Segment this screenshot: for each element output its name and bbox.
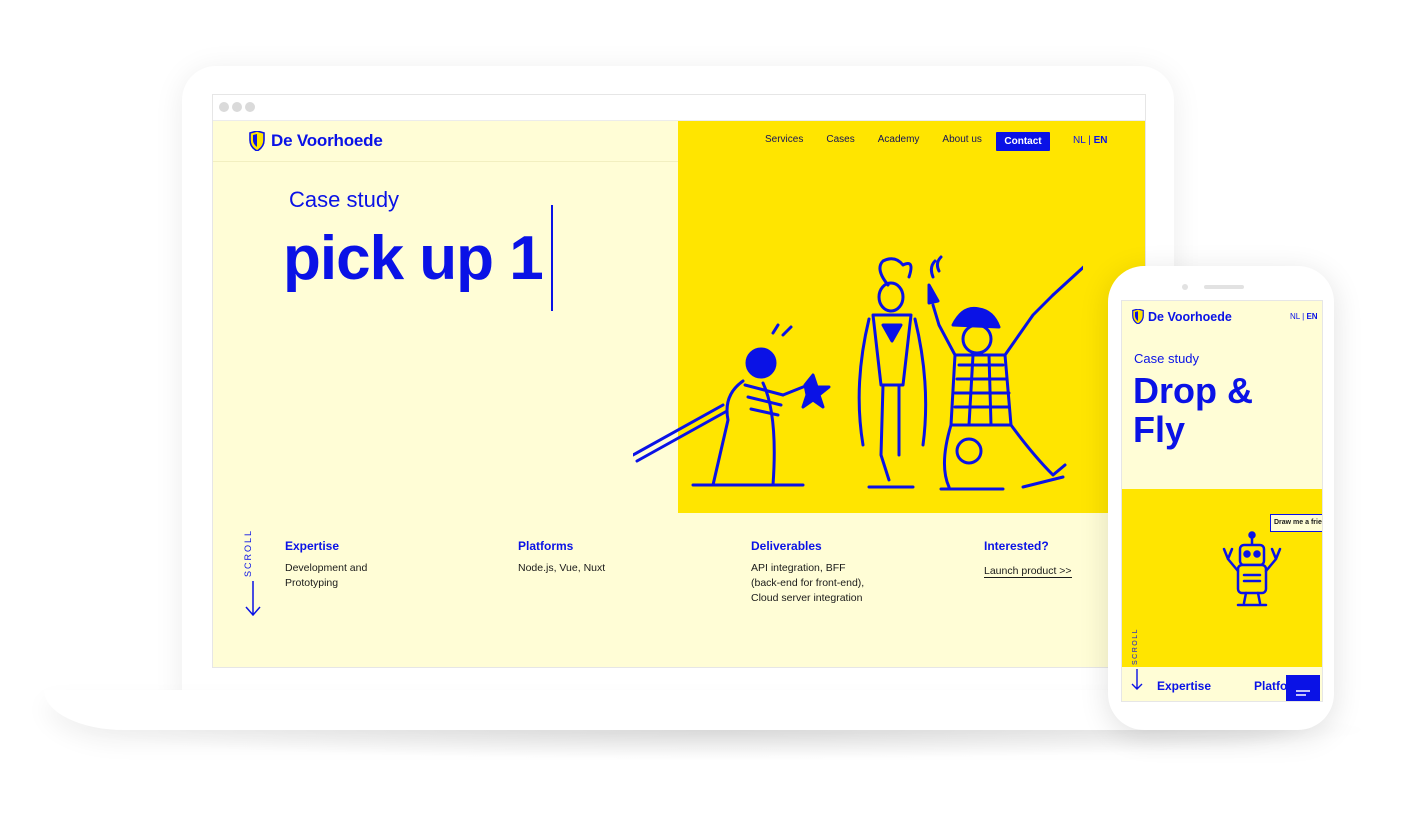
scroll-label: SCROLL (243, 529, 253, 578)
mobile-case-study-label: Case study (1134, 351, 1200, 366)
lang-separator: | (1085, 135, 1094, 146)
expertise-text: Development and Prototyping (285, 562, 368, 589)
mobile-lang-en[interactable]: EN (1306, 312, 1317, 321)
info-expertise: Expertise Development and Prototyping (285, 539, 435, 591)
platforms-heading: Platforms (518, 539, 574, 553)
mobile-logo-text: De Voorhoede (1148, 309, 1232, 324)
window-dot-maximize[interactable] (245, 102, 255, 112)
nav-item-cases[interactable]: Cases (826, 134, 854, 145)
mobile-site-logo[interactable]: De Voorhoede (1132, 309, 1232, 324)
nav-item-academy[interactable]: Academy (878, 134, 920, 145)
case-study-label: Case study (289, 187, 400, 212)
phone-camera (1182, 284, 1188, 290)
language-switcher: NL | EN (1073, 135, 1107, 146)
text-caret (551, 205, 553, 311)
lang-en[interactable]: EN (1094, 135, 1108, 146)
mobile-lang-nl[interactable]: NL (1290, 312, 1300, 321)
site-logo[interactable]: De Voorhoede (249, 131, 383, 151)
hamburger-icon (1296, 690, 1310, 696)
platforms-text: Node.js, Vue, Nuxt (518, 562, 606, 574)
lang-nl[interactable]: NL (1073, 135, 1085, 146)
browser-titlebar (213, 95, 1145, 121)
main-nav: Services Cases Academy About us (765, 134, 982, 145)
expertise-heading: Expertise (285, 539, 340, 553)
mobile-expertise-heading: Expertise (1157, 679, 1212, 693)
nav-item-about-us[interactable]: About us (942, 134, 981, 145)
phone-speaker (1204, 285, 1244, 289)
info-platforms: Platforms Node.js, Vue, Nuxt (518, 539, 668, 576)
mobile-scroll-label: SCROLL (1132, 627, 1139, 665)
site-header: De Voorhoede Services Cases Academy Abou… (213, 121, 1145, 161)
window-dot-minimize[interactable] (232, 102, 242, 112)
mobile-page-title: Drop & Fly (1133, 370, 1253, 450)
mobile-scroll-down-arrow-icon[interactable] (1131, 669, 1143, 691)
scroll-down-arrow-icon[interactable] (245, 581, 261, 617)
shield-logo-icon (249, 131, 265, 151)
mobile-platforms-heading: Platfo (1254, 679, 1288, 693)
speech-bubble: Draw me a frien (1270, 514, 1322, 532)
mobile-menu-button[interactable] (1286, 675, 1320, 701)
heroes-illustration (633, 255, 1083, 491)
shield-logo-icon (1132, 309, 1144, 324)
browser-window: De Voorhoede Services Cases Academy Abou… (212, 94, 1146, 668)
launch-product-link[interactable]: Launch product >> (984, 565, 1072, 578)
mobile-screen: De Voorhoede NL | EN Case study Drop & F… (1121, 300, 1323, 702)
mobile-language-switcher: NL | EN (1290, 312, 1318, 321)
robot-illustration (1222, 531, 1282, 607)
header-divider (213, 161, 678, 162)
page-title: pick up 1 (283, 224, 544, 293)
info-deliverables: Deliverables API integration, BFF (back-… (751, 539, 901, 606)
deliverables-heading: Deliverables (751, 539, 822, 553)
deliverables-text: API integration, BFF (back-end for front… (751, 562, 865, 604)
contact-button[interactable]: Contact (996, 132, 1050, 151)
window-dot-close[interactable] (219, 102, 229, 112)
nav-item-services[interactable]: Services (765, 134, 803, 145)
logo-text: De Voorhoede (271, 131, 383, 150)
phone-frame: De Voorhoede NL | EN Case study Drop & F… (1108, 266, 1334, 730)
